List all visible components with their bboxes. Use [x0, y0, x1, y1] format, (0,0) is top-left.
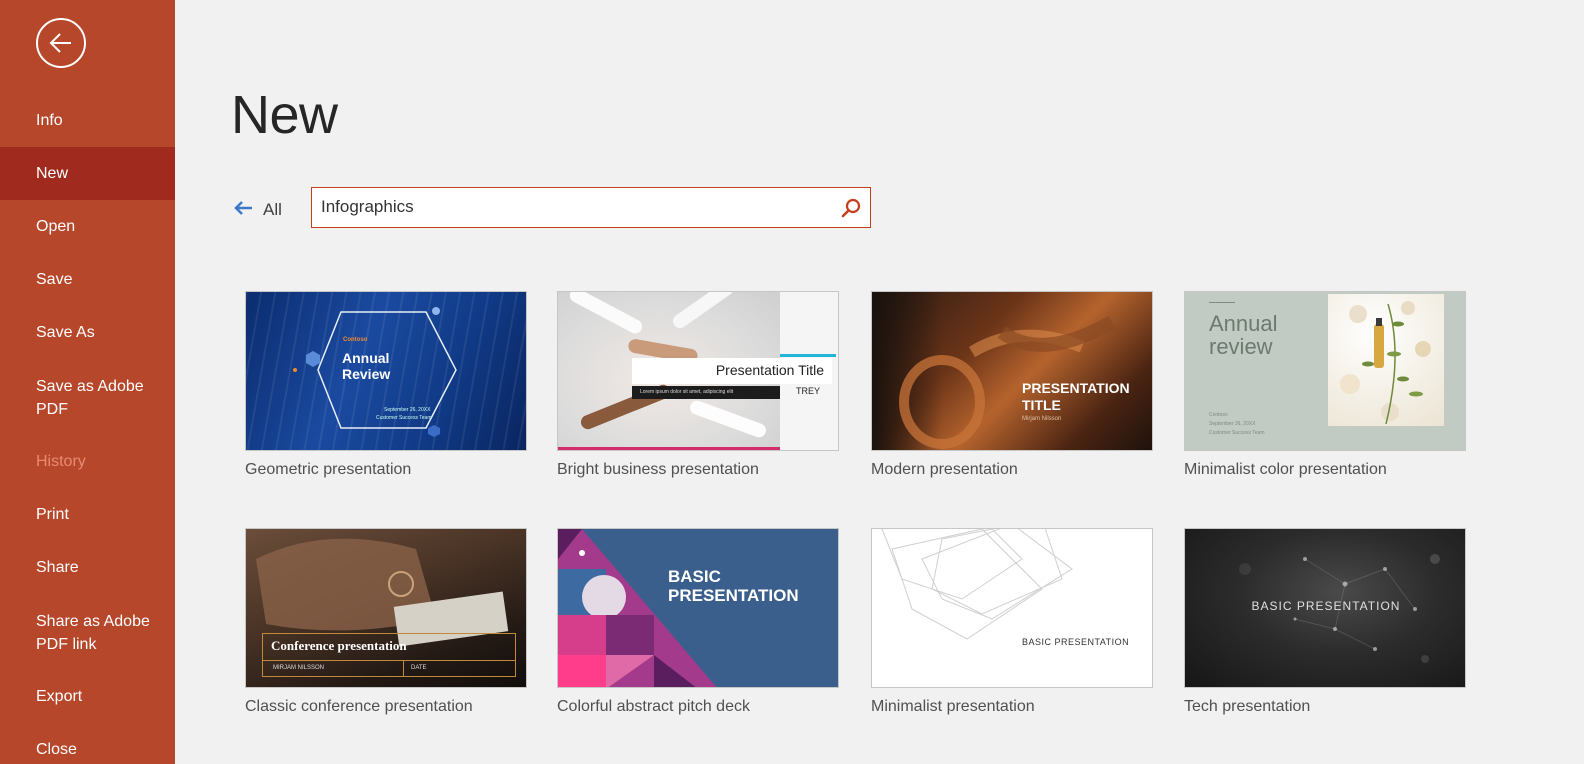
template-classic-conference[interactable]: Conference presentation MIRJAM NILSSON D…: [245, 528, 527, 715]
back-button[interactable]: [36, 18, 86, 68]
template-label: Modern presentation: [871, 461, 1018, 478]
backstage-view: Info New Open Save Save As Save as Adobe…: [0, 0, 1584, 764]
search-box: [311, 187, 871, 228]
search-input[interactable]: [321, 188, 821, 226]
backstage-sidebar: Info New Open Save Save As Save as Adobe…: [0, 0, 175, 764]
thumb-title: Presentation Title: [715, 362, 824, 378]
instrument-graphic: [899, 315, 1116, 449]
thumb-date: DATE: [411, 665, 427, 671]
thumb-photo: [1328, 294, 1444, 426]
search-icon[interactable]: [840, 197, 862, 219]
nav-item-share-as-adobe-pdf-link[interactable]: Share as Adobe PDF link: [0, 594, 160, 670]
thumb-title: BASIC PRESENTATION: [1022, 637, 1130, 647]
thumb-name: Mirjam Nilsson: [1022, 416, 1062, 422]
template-label: Geometric presentation: [245, 461, 412, 478]
thumb-kicker: Contoso: [343, 337, 368, 343]
thumb-date: September 26, 20XX: [384, 407, 431, 413]
template-label: Colorful abstract pitch deck: [557, 698, 750, 715]
back-arrow-icon: [49, 33, 71, 53]
nav-item-save[interactable]: Save: [0, 253, 175, 306]
back-to-all-link[interactable]: All: [233, 194, 282, 222]
template-label: Minimalist color presentation: [1184, 461, 1387, 478]
template-thumbnail: Presentation Title Lorem ipsum dolor sit…: [557, 291, 839, 451]
template-label: Bright business presentation: [557, 461, 759, 478]
nav-item-save-as-adobe-pdf[interactable]: Save as Adobe PDF: [0, 359, 150, 435]
nav-item-history: History: [36, 453, 86, 470]
thumb-team: Customer Success Team: [1209, 430, 1265, 436]
thumb-team: Customer Success Team: [376, 415, 432, 421]
thumb-title: Conference presentation: [271, 638, 407, 653]
template-thumbnail: BASIC PRESENTATION: [1184, 528, 1466, 688]
back-to-all-label: All: [263, 200, 282, 219]
nav-item-save-as[interactable]: Save As: [0, 306, 175, 359]
thumb-date: September 26, 20XX: [1209, 421, 1256, 427]
template-tech[interactable]: BASIC PRESENTATION Tech presentation: [1184, 528, 1466, 715]
nav-item-print[interactable]: Print: [0, 488, 175, 541]
template-minimalist-color[interactable]: Annual review Contoso September 26, 20XX …: [1184, 291, 1466, 478]
template-thumbnail: Conference presentation MIRJAM NILSSON D…: [245, 528, 527, 688]
nav-item-new[interactable]: New: [0, 147, 175, 200]
template-bright-business[interactable]: Presentation Title Lorem ipsum dolor sit…: [557, 291, 839, 478]
nav-item-open[interactable]: Open: [0, 200, 175, 253]
thumb-title: BASIC PRESENTATION: [1251, 599, 1401, 613]
thumb-title: PRESENTATION TITLE: [1022, 380, 1130, 413]
thumb-subtitle: Lorem ipsum dolor sit amet, adipiscing e…: [640, 389, 734, 395]
thumb-name: MIRJAM NILSSON: [273, 665, 325, 671]
page-title: New: [231, 85, 338, 145]
template-colorful-abstract[interactable]: BASIC PRESENTATION Colorful abstract pitc…: [557, 528, 839, 715]
nav-item-close[interactable]: Close: [0, 723, 175, 764]
thumb-title: Annual review: [1209, 311, 1278, 359]
thumb-name: TREY: [796, 386, 821, 396]
template-thumbnail: Contoso Annual Review September 26, 20XX …: [245, 291, 527, 451]
template-thumbnail: BASIC PRESENTATION: [557, 528, 839, 688]
nav-item-export[interactable]: Export: [0, 670, 175, 723]
template-thumbnail: PRESENTATION TITLE Mirjam Nilsson: [871, 291, 1153, 451]
thumb-title: BASIC PRESENTATION: [668, 567, 799, 605]
template-label: Classic conference presentation: [245, 698, 473, 715]
template-geometric[interactable]: Contoso Annual Review September 26, 20XX …: [245, 291, 527, 478]
nav-item-info[interactable]: Info: [0, 94, 175, 147]
template-minimalist[interactable]: BASIC PRESENTATION Minimalist presentati…: [871, 528, 1153, 715]
main-panel: New All Infographics Contoso Annual Revi…: [175, 0, 1584, 764]
template-label: Tech presentation: [1184, 698, 1311, 715]
template-label: Minimalist presentation: [871, 698, 1035, 715]
line-art-graphic: [881, 529, 1073, 640]
template-thumbnail: BASIC PRESENTATION: [871, 528, 1153, 688]
thumb-title: Annual Review: [342, 350, 391, 382]
nav-item-share[interactable]: Share: [0, 541, 175, 594]
template-thumbnail: Annual review Contoso September 26, 20XX …: [1184, 291, 1466, 451]
template-modern[interactable]: PRESENTATION TITLE Mirjam Nilsson Modern …: [871, 291, 1153, 478]
backstage-nav: Info New Open Save Save As Save as Adobe…: [0, 94, 175, 764]
thumb-company: Contoso: [1209, 412, 1228, 418]
abstract-shapes-graphic: [558, 529, 717, 687]
arrow-left-icon: [234, 201, 252, 215]
